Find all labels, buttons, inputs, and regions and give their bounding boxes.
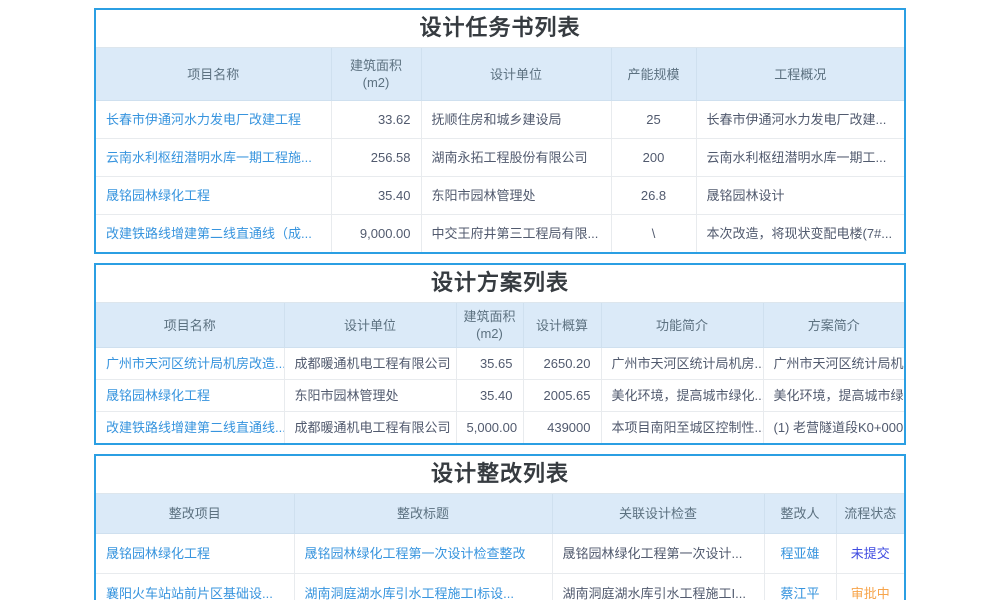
table-row: 广州市天河区统计局机房改造...成都暖通机电工程有限公司35.652650.20… xyxy=(96,348,904,380)
panel-design-plans: 设计方案列表 项目名称设计单位建筑面积 (m2)设计概算功能简介方案简介广州市天… xyxy=(94,263,906,445)
cell-link[interactable]: 晟铭园林绿化工程 xyxy=(96,534,294,574)
cell-text: 广州市天河区统计局机房... xyxy=(601,348,763,380)
column-header: 功能简介 xyxy=(601,303,763,348)
cell-text: 26.8 xyxy=(611,177,696,215)
cell-text: (1) 老营隧道段K0+000... xyxy=(763,412,904,444)
cell-text: 439000 xyxy=(523,412,601,444)
cell-text: \ xyxy=(611,215,696,253)
status-text: 审批中 xyxy=(836,574,904,600)
cell-link[interactable]: 云南水利枢纽潜明水库一期工程施... xyxy=(96,139,331,177)
header-row: 项目名称设计单位建筑面积 (m2)设计概算功能简介方案简介 xyxy=(96,303,904,348)
cell-text: 晟铭园林绿化工程第一次设计... xyxy=(552,534,764,574)
cell-link[interactable]: 襄阳火车站站前片区基础设... xyxy=(96,574,294,600)
table-row: 云南水利枢纽潜明水库一期工程施...256.58湖南永拓工程股份有限公司200云… xyxy=(96,139,904,177)
cell-text: 2005.65 xyxy=(523,380,601,412)
design-tasks-title: 设计任务书列表 xyxy=(96,10,904,48)
column-header: 工程概况 xyxy=(696,48,904,101)
column-header: 关联设计检查 xyxy=(552,494,764,534)
column-header: 整改人 xyxy=(764,494,836,534)
cell-text: 25 xyxy=(611,101,696,139)
column-header: 整改标题 xyxy=(294,494,552,534)
cell-text: 本项目南阳至城区控制性... xyxy=(601,412,763,444)
cell-text: 2650.20 xyxy=(523,348,601,380)
cell-link[interactable]: 晟铭园林绿化工程 xyxy=(96,177,331,215)
cell-link[interactable]: 改建铁路线增建第二线直通线（成... xyxy=(96,215,331,253)
cell-text: 35.65 xyxy=(456,348,523,380)
cell-text: 湖南永拓工程股份有限公司 xyxy=(421,139,611,177)
cell-text: 长春市伊通河水力发电厂改建... xyxy=(696,101,904,139)
cell-link[interactable]: 程亚雄 xyxy=(764,534,836,574)
table-row: 长春市伊通河水力发电厂改建工程33.62抚顺住房和城乡建设局25长春市伊通河水力… xyxy=(96,101,904,139)
design-plans-table: 项目名称设计单位建筑面积 (m2)设计概算功能简介方案简介广州市天河区统计局机房… xyxy=(96,303,904,443)
cell-text: 35.40 xyxy=(456,380,523,412)
cell-text: 5,000.00 xyxy=(456,412,523,444)
panel-design-tasks: 设计任务书列表 项目名称建筑面积 (m2)设计单位产能规模工程概况长春市伊通河水… xyxy=(94,8,906,254)
column-header: 项目名称 xyxy=(96,48,331,101)
column-header: 整改项目 xyxy=(96,494,294,534)
table-row: 改建铁路线增建第二线直通线...成都暖通机电工程有限公司5,000.004390… xyxy=(96,412,904,444)
header-row: 整改项目整改标题关联设计检查整改人流程状态 xyxy=(96,494,904,534)
cell-text: 35.40 xyxy=(331,177,421,215)
table-row: 改建铁路线增建第二线直通线（成...9,000.00中交王府井第三工程局有限..… xyxy=(96,215,904,253)
column-header: 项目名称 xyxy=(96,303,284,348)
cell-text: 中交王府井第三工程局有限... xyxy=(421,215,611,253)
table-row: 襄阳火车站站前片区基础设...湖南洞庭湖水库引水工程施工I标设...湖南洞庭湖水… xyxy=(96,574,904,600)
column-header: 流程状态 xyxy=(836,494,904,534)
cell-text: 云南水利枢纽潜明水库一期工... xyxy=(696,139,904,177)
header-row: 项目名称建筑面积 (m2)设计单位产能规模工程概况 xyxy=(96,48,904,101)
cell-text: 33.62 xyxy=(331,101,421,139)
cell-link[interactable]: 晟铭园林绿化工程第一次设计检查整改 xyxy=(294,534,552,574)
cell-text: 9,000.00 xyxy=(331,215,421,253)
cell-link[interactable]: 蔡江平 xyxy=(764,574,836,600)
cell-text: 东阳市园林管理处 xyxy=(284,380,456,412)
table-row: 晟铭园林绿化工程东阳市园林管理处35.402005.65美化环境，提高城市绿化.… xyxy=(96,380,904,412)
column-header: 设计单位 xyxy=(421,48,611,101)
column-header: 建筑面积 (m2) xyxy=(456,303,523,348)
cell-text: 成都暖通机电工程有限公司 xyxy=(284,412,456,444)
cell-text: 美化环境，提高城市绿化... xyxy=(763,380,904,412)
column-header: 建筑面积 (m2) xyxy=(331,48,421,101)
column-header: 设计概算 xyxy=(523,303,601,348)
cell-text: 256.58 xyxy=(331,139,421,177)
cell-text: 抚顺住房和城乡建设局 xyxy=(421,101,611,139)
cell-text: 美化环境，提高城市绿化... xyxy=(601,380,763,412)
status-text: 未提交 xyxy=(836,534,904,574)
table-row: 晟铭园林绿化工程晟铭园林绿化工程第一次设计检查整改晟铭园林绿化工程第一次设计..… xyxy=(96,534,904,574)
cell-link[interactable]: 湖南洞庭湖水库引水工程施工I标设... xyxy=(294,574,552,600)
column-header: 方案简介 xyxy=(763,303,904,348)
cell-link[interactable]: 晟铭园林绿化工程 xyxy=(96,380,284,412)
cell-link[interactable]: 长春市伊通河水力发电厂改建工程 xyxy=(96,101,331,139)
column-header: 设计单位 xyxy=(284,303,456,348)
design-tasks-table: 项目名称建筑面积 (m2)设计单位产能规模工程概况长春市伊通河水力发电厂改建工程… xyxy=(96,48,904,252)
page-content: 设计任务书列表 项目名称建筑面积 (m2)设计单位产能规模工程概况长春市伊通河水… xyxy=(94,8,906,600)
cell-text: 200 xyxy=(611,139,696,177)
design-rectifications-table: 整改项目整改标题关联设计检查整改人流程状态晟铭园林绿化工程晟铭园林绿化工程第一次… xyxy=(96,494,904,600)
cell-text: 湖南洞庭湖水库引水工程施工I... xyxy=(552,574,764,600)
cell-link[interactable]: 改建铁路线增建第二线直通线... xyxy=(96,412,284,444)
cell-link[interactable]: 广州市天河区统计局机房改造... xyxy=(96,348,284,380)
cell-text: 成都暖通机电工程有限公司 xyxy=(284,348,456,380)
table-row: 晟铭园林绿化工程35.40东阳市园林管理处26.8晟铭园林设计 xyxy=(96,177,904,215)
design-plans-title: 设计方案列表 xyxy=(96,265,904,303)
cell-text: 本次改造，将现状变配电楼(7#... xyxy=(696,215,904,253)
design-rectifications-title: 设计整改列表 xyxy=(96,456,904,494)
cell-text: 晟铭园林设计 xyxy=(696,177,904,215)
column-header: 产能规模 xyxy=(611,48,696,101)
panel-design-rectifications: 设计整改列表 整改项目整改标题关联设计检查整改人流程状态晟铭园林绿化工程晟铭园林… xyxy=(94,454,906,600)
cell-text: 广州市天河区统计局机房... xyxy=(763,348,904,380)
cell-text: 东阳市园林管理处 xyxy=(421,177,611,215)
